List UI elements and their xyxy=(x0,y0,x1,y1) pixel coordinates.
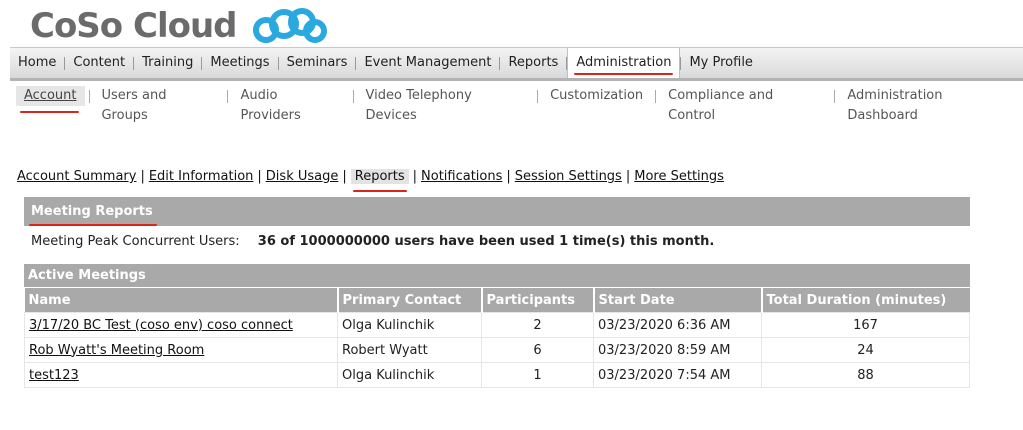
link-session-settings[interactable]: Session Settings xyxy=(515,169,622,184)
subnav-item-account[interactable]: Account xyxy=(16,86,85,113)
meeting-name-cell: test123 xyxy=(24,362,338,388)
tab-seminars[interactable]: Seminars xyxy=(279,48,356,78)
link-separator: | xyxy=(342,169,347,184)
subnav-separator xyxy=(834,89,836,103)
tab-home[interactable]: Home xyxy=(10,48,64,78)
meeting-name-link[interactable]: test123 xyxy=(29,368,79,383)
link-separator: | xyxy=(625,169,631,184)
link-notifications[interactable]: Notifications xyxy=(421,169,502,184)
account-links: Account Summary | Edit Information | Disk Us… xyxy=(17,169,724,192)
subnav-separator xyxy=(88,89,90,103)
coso-cloud-icon xyxy=(252,8,327,43)
link-edit-information[interactable]: Edit Information xyxy=(149,169,254,184)
link-separator: | xyxy=(140,169,145,184)
active-meetings-table: Name Primary Contact Participants Start … xyxy=(24,288,970,388)
column-header-start-date[interactable]: Start Date xyxy=(593,288,763,313)
participants-cell: 1 xyxy=(481,362,594,388)
duration-cell: 24 xyxy=(761,337,970,363)
meeting-reports-title: Meeting Reports xyxy=(29,197,157,226)
link-account-summary[interactable]: Account Summary xyxy=(17,169,136,184)
participants-cell: 6 xyxy=(481,337,594,363)
table-header-row: Name Primary Contact Participants Start … xyxy=(24,288,970,313)
tab-meetings[interactable]: Meetings xyxy=(202,48,277,78)
link-separator: | xyxy=(412,169,418,184)
subnav-item-compliance-and-control[interactable]: Compliance and Control xyxy=(660,86,830,123)
duration-cell: 167 xyxy=(761,312,970,338)
peak-label: Meeting Peak Concurrent Users: xyxy=(31,234,240,249)
column-header-primary-contact[interactable]: Primary Contact xyxy=(337,288,483,313)
active-meetings-header: Active Meetings xyxy=(24,264,970,287)
subnav-separator xyxy=(227,89,229,103)
primary-contact-cell: Olga Kulinchik xyxy=(337,362,482,388)
coso-logo: CoSo Cloud xyxy=(30,4,327,48)
admin-sub-navigation: Account Users and Groups Audio Providers Vi… xyxy=(16,86,1023,123)
tab-reports[interactable]: Reports xyxy=(500,48,566,78)
meeting-name-cell: 3/17/20 BC Test (coso env) coso connect xyxy=(24,312,338,338)
peak-value: 36 of 1000000000 users have been used 1 … xyxy=(257,234,715,249)
brand-name: CoSo Cloud xyxy=(30,6,238,46)
peak-concurrent-users: Meeting Peak Concurrent Users: 36 of 100… xyxy=(31,234,714,249)
table-row: 3/17/20 BC Test (coso env) coso connect … xyxy=(24,312,970,338)
meeting-name-cell: Rob Wyatt's Meeting Room xyxy=(24,337,338,363)
tab-content[interactable]: Content xyxy=(65,48,133,78)
tab-my-profile[interactable]: My Profile xyxy=(681,48,760,78)
subnav-item-video-telephony-devices[interactable]: Video Telephony Devices xyxy=(358,86,534,123)
meeting-name-link[interactable]: 3/17/20 BC Test (coso env) coso connect xyxy=(29,318,293,333)
subnav-item-administration-dashboard[interactable]: Administration Dashboard xyxy=(839,86,1023,123)
start-date-cell: 03/23/2020 6:36 AM xyxy=(593,312,762,338)
active-meetings-title: Active Meetings xyxy=(28,268,146,283)
subnav-separator xyxy=(537,89,539,103)
tab-administration[interactable]: Administration xyxy=(567,48,681,78)
meeting-reports-header: Meeting Reports xyxy=(24,197,970,226)
table-row: test123 Olga Kulinchik 1 03/23/2020 7:54… xyxy=(24,362,970,388)
link-separator: | xyxy=(506,169,511,184)
start-date-cell: 03/23/2020 8:59 AM xyxy=(593,337,762,363)
subnav-separator xyxy=(655,89,657,103)
tab-training[interactable]: Training xyxy=(134,48,201,78)
link-more-settings[interactable]: More Settings xyxy=(634,169,724,184)
primary-contact-cell: Robert Wyatt xyxy=(337,337,482,363)
participants-cell: 2 xyxy=(481,312,594,338)
start-date-cell: 03/23/2020 7:54 AM xyxy=(593,362,762,388)
link-disk-usage[interactable]: Disk Usage xyxy=(266,169,339,184)
column-header-total-duration[interactable]: Total Duration (minutes) xyxy=(761,288,970,313)
subnav-separator xyxy=(352,89,354,103)
tab-event-management[interactable]: Event Management xyxy=(356,48,499,78)
main-navigation: Home Content Training Meetings Seminars Event… xyxy=(10,47,1023,81)
duration-cell: 88 xyxy=(761,362,970,388)
link-reports[interactable]: Reports xyxy=(350,169,409,192)
link-separator: | xyxy=(257,169,262,184)
column-header-participants[interactable]: Participants xyxy=(481,288,595,313)
subnav-item-customization[interactable]: Customization xyxy=(542,86,651,106)
meeting-name-link[interactable]: Rob Wyatt's Meeting Room xyxy=(29,343,204,358)
table-row: Rob Wyatt's Meeting Room Robert Wyatt 6 … xyxy=(24,337,970,363)
column-header-name[interactable]: Name xyxy=(24,288,339,313)
primary-contact-cell: Olga Kulinchik xyxy=(337,312,482,338)
subnav-item-users-and-groups[interactable]: Users and Groups xyxy=(93,86,223,123)
subnav-item-audio-providers[interactable]: Audio Providers xyxy=(232,86,348,123)
